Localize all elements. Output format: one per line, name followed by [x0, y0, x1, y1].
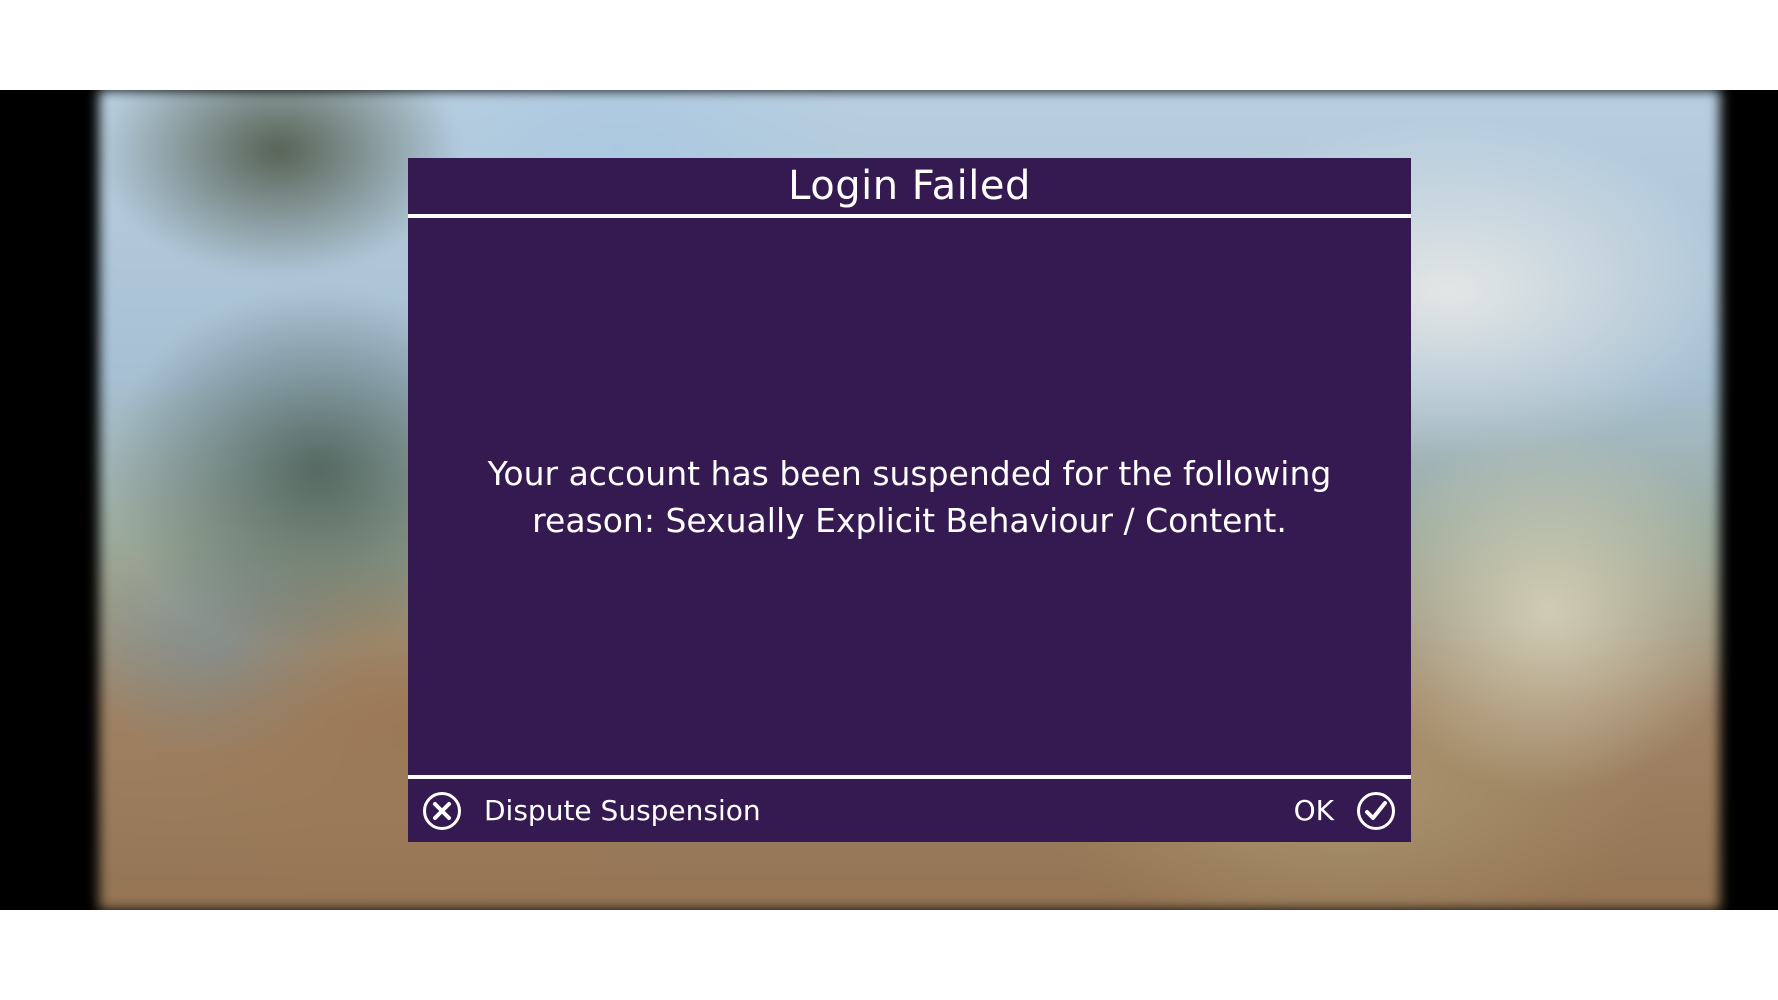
dialog-footer: Dispute Suspension OK	[408, 779, 1411, 842]
dialog-body: Your account has been suspended for the …	[408, 218, 1411, 775]
ok-label: OK	[1293, 794, 1334, 827]
dialog-header: Login Failed	[408, 158, 1411, 214]
dispute-suspension-button[interactable]: Dispute Suspension	[422, 791, 761, 831]
ok-button[interactable]: OK	[1294, 791, 1396, 831]
suspension-message: Your account has been suspended for the …	[487, 453, 1332, 540]
checkmark-circle-icon	[1357, 791, 1395, 830]
dispute-suspension-label: Dispute Suspension	[484, 794, 761, 827]
dialog-title: Login Failed	[788, 163, 1031, 209]
login-failed-dialog: Login Failed Your account has been suspe…	[408, 158, 1411, 842]
page: Login Failed Your account has been suspe…	[0, 0, 1778, 1000]
close-circle-icon	[423, 791, 461, 830]
